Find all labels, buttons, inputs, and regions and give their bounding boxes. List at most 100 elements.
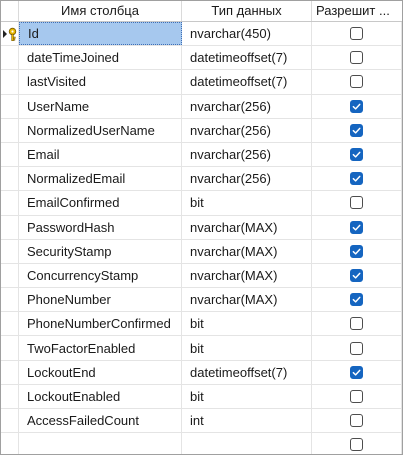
row-selector[interactable] (1, 433, 19, 454)
column-name-cell[interactable]: LockoutEnd (19, 360, 182, 384)
row-selector[interactable] (1, 215, 19, 239)
allow-nulls-checkbox[interactable] (350, 27, 363, 41)
column-name-cell[interactable]: ConcurrencyStamp (19, 263, 182, 288)
allow-nulls-checkbox[interactable] (350, 220, 363, 234)
allow-nulls-checkbox[interactable] (350, 244, 363, 258)
allow-nulls-checkbox[interactable] (350, 123, 363, 137)
table-row[interactable]: SecurityStamp nvarchar(MAX) (1, 239, 402, 264)
column-name-cell[interactable]: NormalizedUserName (19, 118, 182, 142)
data-type-cell[interactable]: bit (182, 191, 312, 215)
table-row[interactable]: ConcurrencyStamp nvarchar(MAX) (1, 263, 402, 289)
allow-nulls-checkbox[interactable] (350, 172, 363, 186)
row-selector[interactable] (1, 70, 19, 94)
table-row[interactable]: Id nvarchar(450) (1, 22, 402, 47)
column-name-cell[interactable]: PhoneNumberConfirmed (19, 312, 182, 336)
data-type-cell[interactable]: nvarchar(256) (182, 118, 312, 142)
row-selector[interactable] (1, 118, 19, 142)
column-name-cell[interactable]: NormalizedEmail (19, 167, 182, 191)
table-row[interactable]: TwoFactorEnabled bit (1, 336, 402, 361)
row-selector[interactable] (1, 22, 19, 46)
row-selector[interactable] (1, 239, 19, 263)
table-row[interactable]: LockoutEnd datetimeoffset(7) (1, 360, 402, 385)
table-row[interactable]: NormalizedEmail nvarchar(256) (1, 167, 402, 192)
column-name-cell[interactable]: AccessFailedCount (19, 409, 182, 433)
header-allow-nulls[interactable]: Разрешит ... (312, 1, 402, 21)
data-type-cell[interactable]: datetimeoffset(7) (182, 360, 312, 384)
allow-nulls-checkbox[interactable] (350, 389, 363, 403)
data-type-cell[interactable]: nvarchar(MAX) (182, 239, 312, 263)
row-selector[interactable] (1, 191, 19, 215)
allow-nulls-checkbox[interactable] (350, 268, 363, 282)
table-row[interactable]: LockoutEnabled bit (1, 384, 402, 409)
table-row[interactable]: dateTimeJoined datetimeoffset(7) (1, 46, 402, 71)
column-name-cell[interactable]: TwoFactorEnabled (19, 336, 182, 360)
table-row[interactable]: EmailConfirmed bit (1, 191, 402, 216)
data-type-cell[interactable]: nvarchar(MAX) (182, 215, 312, 239)
allow-nulls-cell (312, 312, 402, 336)
data-type-cell[interactable]: nvarchar(256) (182, 142, 312, 167)
row-selector[interactable] (1, 263, 19, 288)
row-selector[interactable] (1, 94, 19, 118)
column-name-cell[interactable]: LockoutEnabled (19, 384, 182, 408)
allow-nulls-checkbox[interactable] (350, 99, 363, 113)
column-name-cell[interactable]: PasswordHash (19, 215, 182, 239)
row-selector[interactable] (1, 312, 19, 336)
table-row[interactable]: NormalizedUserName nvarchar(256) (1, 118, 402, 143)
row-selector[interactable] (1, 360, 19, 384)
column-name-cell[interactable]: Id (19, 22, 182, 46)
row-selector[interactable] (1, 142, 19, 167)
allow-nulls-checkbox[interactable] (350, 341, 363, 355)
data-type-cell[interactable]: bit (182, 312, 312, 336)
column-name-cell[interactable]: Email (19, 142, 182, 167)
header-data-type[interactable]: Тип данных (182, 1, 312, 21)
table-row[interactable] (1, 433, 402, 454)
column-name-cell[interactable]: UserName (19, 94, 182, 118)
table-row[interactable]: AccessFailedCount int (1, 409, 402, 434)
allow-nulls-checkbox[interactable] (350, 317, 363, 331)
allow-nulls-checkbox[interactable] (350, 365, 363, 379)
row-selector[interactable] (1, 409, 19, 433)
data-type-cell[interactable] (182, 433, 312, 454)
data-type-cell[interactable]: bit (182, 336, 312, 360)
data-type-cell[interactable]: nvarchar(MAX) (182, 288, 312, 312)
allow-nulls-checkbox[interactable] (350, 414, 363, 428)
column-name-cell[interactable] (19, 433, 182, 454)
row-selector[interactable] (1, 167, 19, 191)
table-row[interactable]: PhoneNumberConfirmed bit (1, 312, 402, 337)
column-name-cell[interactable]: dateTimeJoined (19, 46, 182, 70)
allow-nulls-checkbox[interactable] (350, 438, 363, 452)
data-type-cell[interactable]: nvarchar(256) (182, 94, 312, 118)
allow-nulls-checkbox[interactable] (350, 196, 363, 210)
allow-nulls-checkbox[interactable] (350, 148, 363, 162)
table-row[interactable]: PasswordHash nvarchar(MAX) (1, 215, 402, 240)
table-row[interactable]: UserName nvarchar(256) (1, 94, 402, 119)
data-type-cell[interactable]: nvarchar(MAX) (182, 263, 312, 288)
allow-nulls-checkbox[interactable] (350, 75, 363, 89)
data-type-cell[interactable]: nvarchar(256) (182, 167, 312, 191)
header-column-name[interactable]: Имя столбца (19, 1, 182, 21)
allow-nulls-cell (312, 94, 402, 118)
data-type-cell[interactable]: bit (182, 384, 312, 408)
data-type-cell[interactable]: int (182, 409, 312, 433)
column-name-cell[interactable]: PhoneNumber (19, 288, 182, 312)
table-row[interactable]: lastVisited datetimeoffset(7) (1, 70, 402, 95)
table-row[interactable]: PhoneNumber nvarchar(MAX) (1, 288, 402, 313)
row-selector[interactable] (1, 384, 19, 408)
row-selector[interactable] (1, 288, 19, 312)
data-type-cell[interactable]: datetimeoffset(7) (182, 46, 312, 70)
table-designer-grid: Имя столбца Тип данных Разрешит ... Id nv… (0, 0, 403, 455)
row-selector[interactable] (1, 336, 19, 360)
row-selector[interactable] (1, 46, 19, 70)
allow-nulls-checkbox[interactable] (350, 51, 363, 65)
allow-nulls-cell (312, 384, 402, 408)
column-name-cell[interactable]: SecurityStamp (19, 239, 182, 263)
table-row[interactable]: Email nvarchar(256) (1, 142, 402, 168)
column-name-cell[interactable]: EmailConfirmed (19, 191, 182, 215)
data-type-cell[interactable]: datetimeoffset(7) (182, 70, 312, 94)
key-icon (2, 27, 16, 41)
allow-nulls-cell (312, 360, 402, 384)
column-name-cell[interactable]: lastVisited (19, 70, 182, 94)
allow-nulls-checkbox[interactable] (350, 293, 363, 307)
data-type-cell[interactable]: nvarchar(450) (182, 22, 312, 46)
allow-nulls-cell (312, 409, 402, 433)
